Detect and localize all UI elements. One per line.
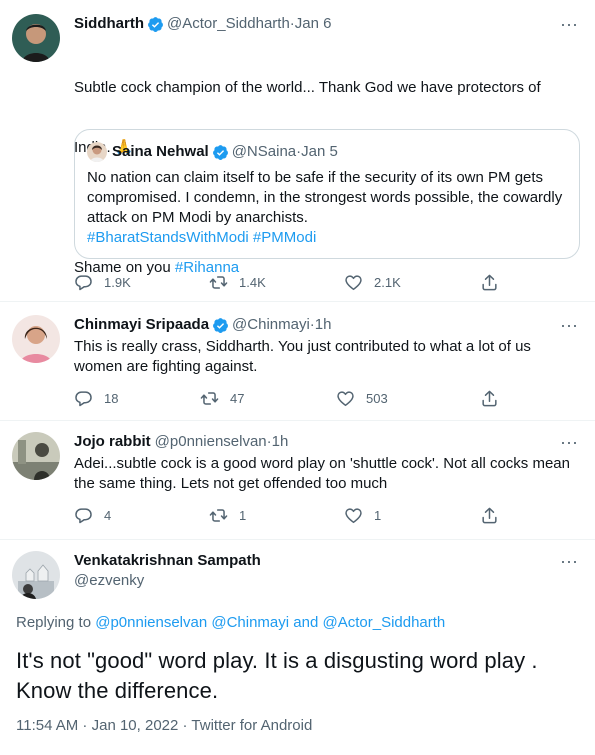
- replying-users-link[interactable]: @p0nnienselvan @Chinmayi: [95, 614, 289, 631]
- share-icon: [480, 506, 499, 525]
- tweet-source: Twitter for Android: [191, 717, 313, 734]
- reply-button[interactable]: 4: [74, 505, 111, 525]
- quote-header: Saina Nehwal @NSaina · Jan 5: [87, 142, 338, 162]
- tweet-header: Siddharth @Actor_Siddharth · Jan 6: [74, 14, 332, 34]
- reply-count: 1.9K: [104, 274, 131, 290]
- avatar[interactable]: [12, 432, 60, 480]
- replying-prefix: Replying to: [16, 614, 96, 631]
- avatar: [87, 142, 107, 162]
- author-name[interactable]: Chinmayi Sripaada: [74, 315, 209, 335]
- quote-text: No nation can claim itself to be safe if…: [87, 168, 567, 248]
- retweet-count: 47: [230, 390, 245, 406]
- quote-body: No nation can claim itself to be safe if…: [87, 169, 563, 226]
- avatar[interactable]: [12, 14, 60, 62]
- tweet-siddharth[interactable]: Siddharth @Actor_Siddharth · Jan 6 ··· S…: [0, 0, 595, 300]
- reply-icon: [74, 506, 93, 525]
- reply-button[interactable]: 18: [74, 388, 118, 408]
- like-count: 2.1K: [374, 274, 401, 290]
- author-handle[interactable]: @Chinmayi: [232, 315, 310, 335]
- author-handle[interactable]: @Actor_Siddharth: [167, 14, 290, 34]
- tweet-date[interactable]: Jan 10, 2022: [92, 717, 179, 734]
- like-count: 1: [374, 507, 382, 523]
- more-icon[interactable]: ···: [559, 552, 579, 576]
- like-icon: [336, 389, 355, 408]
- avatar-venkatakrishnan-icon: [12, 551, 60, 599]
- verified-badge-icon: [212, 317, 229, 334]
- reply-count: 4: [104, 507, 112, 523]
- more-icon[interactable]: ···: [559, 316, 579, 340]
- like-icon: [344, 506, 363, 525]
- replying-last-link[interactable]: @Actor_Siddharth: [322, 614, 445, 631]
- separator-dot: ·: [178, 717, 192, 734]
- like-button[interactable]: 2.1K: [344, 272, 401, 292]
- tweet-text-line: Subtle cock champion of the world... Tha…: [74, 79, 541, 96]
- avatar-siddharth-icon: [12, 14, 60, 62]
- share-button[interactable]: [480, 388, 510, 408]
- avatar-jojo-icon: [12, 432, 60, 480]
- like-icon: [344, 273, 363, 292]
- like-button[interactable]: 503: [336, 388, 388, 408]
- share-icon: [480, 273, 499, 292]
- quote-author-handle: @NSaina: [231, 143, 297, 160]
- more-icon[interactable]: ···: [559, 15, 579, 39]
- timestamp[interactable]: Jan 6: [295, 14, 332, 34]
- avatar[interactable]: [12, 551, 60, 599]
- separator-dot: ·: [78, 717, 92, 734]
- quoted-tweet[interactable]: Saina Nehwal @NSaina · Jan 5 No nation c…: [74, 129, 580, 259]
- quote-timestamp: Jan 5: [301, 143, 338, 160]
- tweet-meta: 11:54 AM · Jan 10, 2022 · Twitter for An…: [16, 716, 312, 736]
- share-button[interactable]: [480, 272, 510, 292]
- tweet-chinmayi[interactable]: Chinmayi Sripaada @Chinmayi · 1h ··· Thi…: [0, 302, 595, 420]
- main-author: Venkatakrishnan Sampath @ezvenky: [74, 551, 261, 591]
- reply-button[interactable]: 1.9K: [74, 272, 131, 292]
- tweet-text: Adei...subtle cock is a good word play o…: [74, 455, 575, 492]
- author-handle[interactable]: @p0nnienselvan: [155, 432, 267, 452]
- retweet-button[interactable]: 1.4K: [209, 272, 266, 292]
- replying-to: Replying to @p0nnienselvan @Chinmayi and…: [16, 613, 445, 633]
- like-count: 503: [366, 390, 388, 406]
- retweet-icon: [209, 506, 228, 525]
- tweet-time[interactable]: 11:54 AM: [16, 717, 78, 734]
- timestamp[interactable]: 1h: [272, 432, 289, 452]
- like-button[interactable]: 1: [344, 505, 381, 525]
- tweet-header: Jojo rabbit @p0nnienselvan · 1h: [74, 432, 288, 452]
- quote-hashtags[interactable]: #BharatStandsWithModi #PMModi: [87, 228, 567, 248]
- reply-icon: [74, 389, 93, 408]
- quote-author-name: Saina Nehwal: [112, 143, 209, 160]
- author-name[interactable]: Siddharth: [74, 14, 144, 34]
- retweet-icon: [209, 273, 228, 292]
- author-name[interactable]: Venkatakrishnan Sampath: [74, 551, 261, 571]
- tweet-header: Chinmayi Sripaada @Chinmayi · 1h: [74, 315, 331, 335]
- avatar-chinmayi-icon: [12, 315, 60, 363]
- tweet-jojo[interactable]: Jojo rabbit @p0nnienselvan · 1h ··· Adei…: [0, 421, 595, 539]
- verified-badge-icon: [212, 144, 229, 161]
- retweet-icon: [200, 389, 219, 408]
- author-handle[interactable]: @ezvenky: [74, 571, 144, 591]
- author-name[interactable]: Jojo rabbit: [74, 432, 151, 452]
- reply-icon: [74, 273, 93, 292]
- avatar[interactable]: [12, 315, 60, 363]
- retweet-button[interactable]: 47: [200, 388, 244, 408]
- share-button[interactable]: [480, 505, 510, 525]
- timestamp[interactable]: 1h: [315, 315, 332, 335]
- share-icon: [480, 389, 499, 408]
- main-tweet-text: It's not "good" word play. It is a disgu…: [16, 648, 538, 703]
- retweet-button[interactable]: 1: [209, 505, 246, 525]
- verified-badge-icon: [147, 16, 164, 33]
- retweet-count: 1.4K: [239, 274, 266, 290]
- retweet-count: 1: [239, 507, 247, 523]
- reply-count: 18: [104, 390, 119, 406]
- replying-and: and: [289, 614, 323, 631]
- avatar-saina-icon: [87, 142, 107, 162]
- tweet-text: This is really crass, Siddharth. You jus…: [74, 338, 536, 375]
